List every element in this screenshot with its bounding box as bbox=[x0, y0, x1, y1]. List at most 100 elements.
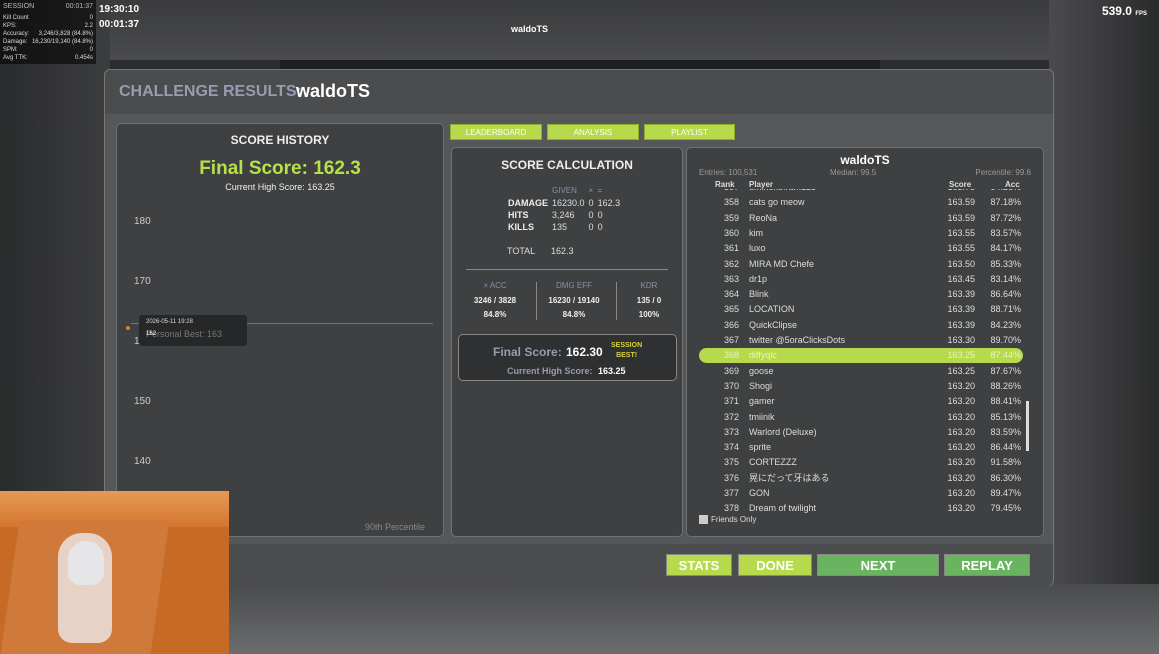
player-cell: Dream of twilight bbox=[749, 503, 817, 514]
rank-cell: 362 bbox=[723, 258, 739, 269]
friends-only-toggle[interactable]: Friends Only bbox=[699, 515, 756, 525]
hud-stat-label: Kill Count bbox=[3, 15, 29, 21]
score-cell: 163.39 bbox=[947, 304, 975, 315]
score-cell: 163.39 bbox=[947, 319, 975, 330]
leaderboard-row[interactable]: 363 dr1p 163.45 83.14% bbox=[699, 272, 1023, 287]
next-button[interactable]: NEXT bbox=[817, 554, 939, 576]
leaderboard-row[interactable]: 372 tmiinik 163.20 85.13% bbox=[699, 410, 1023, 425]
accuracy-cell: 91.58% bbox=[990, 457, 1021, 468]
accuracy-cell: 86.64% bbox=[990, 289, 1021, 300]
score-cell: 163.20 bbox=[947, 396, 975, 407]
score-point[interactable] bbox=[126, 326, 130, 330]
player-cell: gamer bbox=[749, 396, 775, 407]
right-wall bbox=[1049, 0, 1159, 654]
leaderboard-row[interactable]: 359 ReoNa 163.59 87.72% bbox=[699, 211, 1023, 226]
player-cell: cats go meow bbox=[749, 197, 805, 208]
leaderboard-row[interactable]: 360 kim 163.55 83.57% bbox=[699, 226, 1023, 241]
leaderboard-row[interactable]: 375 CORTEZZZ 163.20 91.58% bbox=[699, 455, 1023, 470]
col-given: GIVEN bbox=[552, 186, 577, 195]
webcam-overlay bbox=[0, 491, 229, 654]
player-cell: Warlord (Deluxe) bbox=[749, 426, 817, 437]
hud-stat-value: 0.454s bbox=[74, 55, 93, 61]
accuracy-cell: 84.28% bbox=[977, 189, 1021, 195]
score-cell: 163.75 bbox=[935, 189, 975, 195]
tab-playlist[interactable]: PLAYLIST bbox=[644, 124, 735, 140]
leaderboard-row-current-player[interactable]: 368 diffyqlc 163.25 87.44% bbox=[699, 348, 1023, 364]
leaderboard-list[interactable]: 357 umineko.ram123 163.7584.28% 358 cats go … bbox=[699, 189, 1023, 514]
player-cell: QuickClipse bbox=[749, 319, 798, 330]
rank-cell: 363 bbox=[723, 273, 739, 284]
score-cell: 163.20 bbox=[947, 442, 975, 453]
player-cell: MIRA MD Chefe bbox=[749, 258, 815, 269]
done-button[interactable]: DONE bbox=[738, 554, 812, 576]
rank-cell: 373 bbox=[723, 426, 739, 437]
leaderboard-row[interactable]: 362 MIRA MD Chefe 163.50 85.33% bbox=[699, 257, 1023, 272]
score-history-heading: SCORE HISTORY bbox=[230, 133, 330, 147]
score-cell: 163.20 bbox=[947, 426, 975, 437]
leaderboard-row[interactable]: 357 umineko.ram123 163.7584.28% bbox=[699, 189, 1023, 195]
leaderboard-row[interactable]: 369 goose 163.25 87.67% bbox=[699, 364, 1023, 379]
leaderboard-row[interactable]: 366 QuickClipse 163.39 84.23% bbox=[699, 318, 1023, 333]
player-cell: umineko.ram123 bbox=[749, 189, 816, 195]
accuracy-cell: 84.23% bbox=[990, 319, 1021, 330]
leaderboard-row[interactable]: 376 晃にだって牙はある 163.20 86.30% bbox=[699, 471, 1023, 486]
stats-button[interactable]: STATS bbox=[666, 554, 732, 576]
player-cell: 晃にだって牙はある bbox=[749, 472, 830, 483]
player-cell: goose bbox=[749, 365, 774, 376]
leaderboard-row[interactable]: 374 sprite 163.20 86.44% bbox=[699, 440, 1023, 455]
accuracy-cell: 87.18% bbox=[990, 197, 1021, 208]
score-cell: 163.45 bbox=[947, 273, 975, 284]
score-cell: 163.55 bbox=[947, 243, 975, 254]
y-tick-170: 170 bbox=[134, 276, 151, 287]
accuracy-cell: 83.57% bbox=[990, 227, 1021, 238]
col-score: Score bbox=[949, 180, 972, 189]
player-cell: dr1p bbox=[749, 273, 768, 284]
rank-cell: 376 bbox=[723, 472, 739, 483]
score-cell: 163.20 bbox=[947, 472, 975, 483]
rank-cell: 369 bbox=[723, 365, 739, 376]
leaderboard-row[interactable]: 378 Dream of twilight 163.20 79.45% bbox=[699, 501, 1023, 514]
leaderboard-row[interactable]: 373 Warlord (Deluxe) 163.20 83.59% bbox=[699, 425, 1023, 440]
tab-analysis[interactable]: ANALYSIS bbox=[547, 124, 639, 140]
rank-cell: 365 bbox=[723, 304, 739, 315]
player-cell: ReoNa bbox=[749, 212, 778, 223]
challenge-results-panel: CHALLENGE RESULTS: waldoTS SCORE HISTORY… bbox=[104, 69, 1054, 586]
leaderboard-row[interactable]: 377 GON 163.20 89.47% bbox=[699, 486, 1023, 501]
leaderboard-row[interactable]: 367 twitter @5oraClicksDots 163.30 89.70% bbox=[699, 333, 1023, 348]
score-history-panel: SCORE HISTORY Final Score: 162.3 Current… bbox=[116, 123, 444, 537]
score-cell: 163.25 bbox=[947, 365, 975, 376]
accuracy-cell: 87.72% bbox=[990, 212, 1021, 223]
final-score-value: 162.30 bbox=[566, 345, 603, 359]
rank-cell: 359 bbox=[723, 212, 739, 223]
accuracy-cell: 87.44% bbox=[990, 350, 1021, 361]
accuracy-cell: 87.67% bbox=[990, 365, 1021, 376]
leaderboard-row[interactable]: 371 gamer 163.20 88.41% bbox=[699, 394, 1023, 409]
leaderboard-row[interactable]: 370 Shogi 163.20 88.26% bbox=[699, 379, 1023, 394]
player-cell: luxo bbox=[749, 243, 766, 254]
percentile-label: 90th Percentile bbox=[364, 522, 425, 532]
col-player: Player bbox=[749, 180, 774, 189]
player-cell: twitter @5oraClicksDots bbox=[749, 335, 846, 345]
replay-button[interactable]: REPLAY bbox=[944, 554, 1030, 576]
leaderboard-row[interactable]: 364 Blink 163.39 86.64% bbox=[699, 287, 1023, 302]
leaderboard-scrollbar[interactable] bbox=[1026, 401, 1029, 451]
col-acc: Acc bbox=[1005, 180, 1020, 189]
tab-leaderboard[interactable]: LEADERBOARD bbox=[450, 124, 542, 140]
accuracy-cell: 86.44% bbox=[990, 442, 1021, 453]
accuracy-cell: 86.30% bbox=[990, 472, 1021, 483]
player-cell: GON bbox=[749, 488, 770, 498]
panel-footer: STATS DONE NEXT REPLAY bbox=[105, 544, 1053, 586]
checkbox[interactable] bbox=[699, 515, 708, 525]
hud-stat-label: SPM: bbox=[3, 47, 18, 53]
high-score-label: Current High Score: bbox=[507, 366, 593, 376]
player-cell: Shogi bbox=[749, 380, 773, 391]
leaderboard-row[interactable]: 358 cats go meow 163.59 87.18% bbox=[699, 195, 1023, 210]
hud-stat-value: 0 bbox=[89, 15, 93, 21]
final-score: Final Score: 162.3 bbox=[199, 158, 361, 179]
accuracy-stat: × ACC 3246 / 3828 84.8% bbox=[473, 281, 517, 319]
col-multiplier: × bbox=[588, 186, 594, 195]
player-cell: sprite bbox=[749, 442, 772, 453]
median-score: Median: 99.5 bbox=[830, 168, 877, 177]
leaderboard-row[interactable]: 365 LOCATION 163.39 88.71% bbox=[699, 302, 1023, 317]
leaderboard-row[interactable]: 361 luxo 163.55 84.17% bbox=[699, 241, 1023, 256]
